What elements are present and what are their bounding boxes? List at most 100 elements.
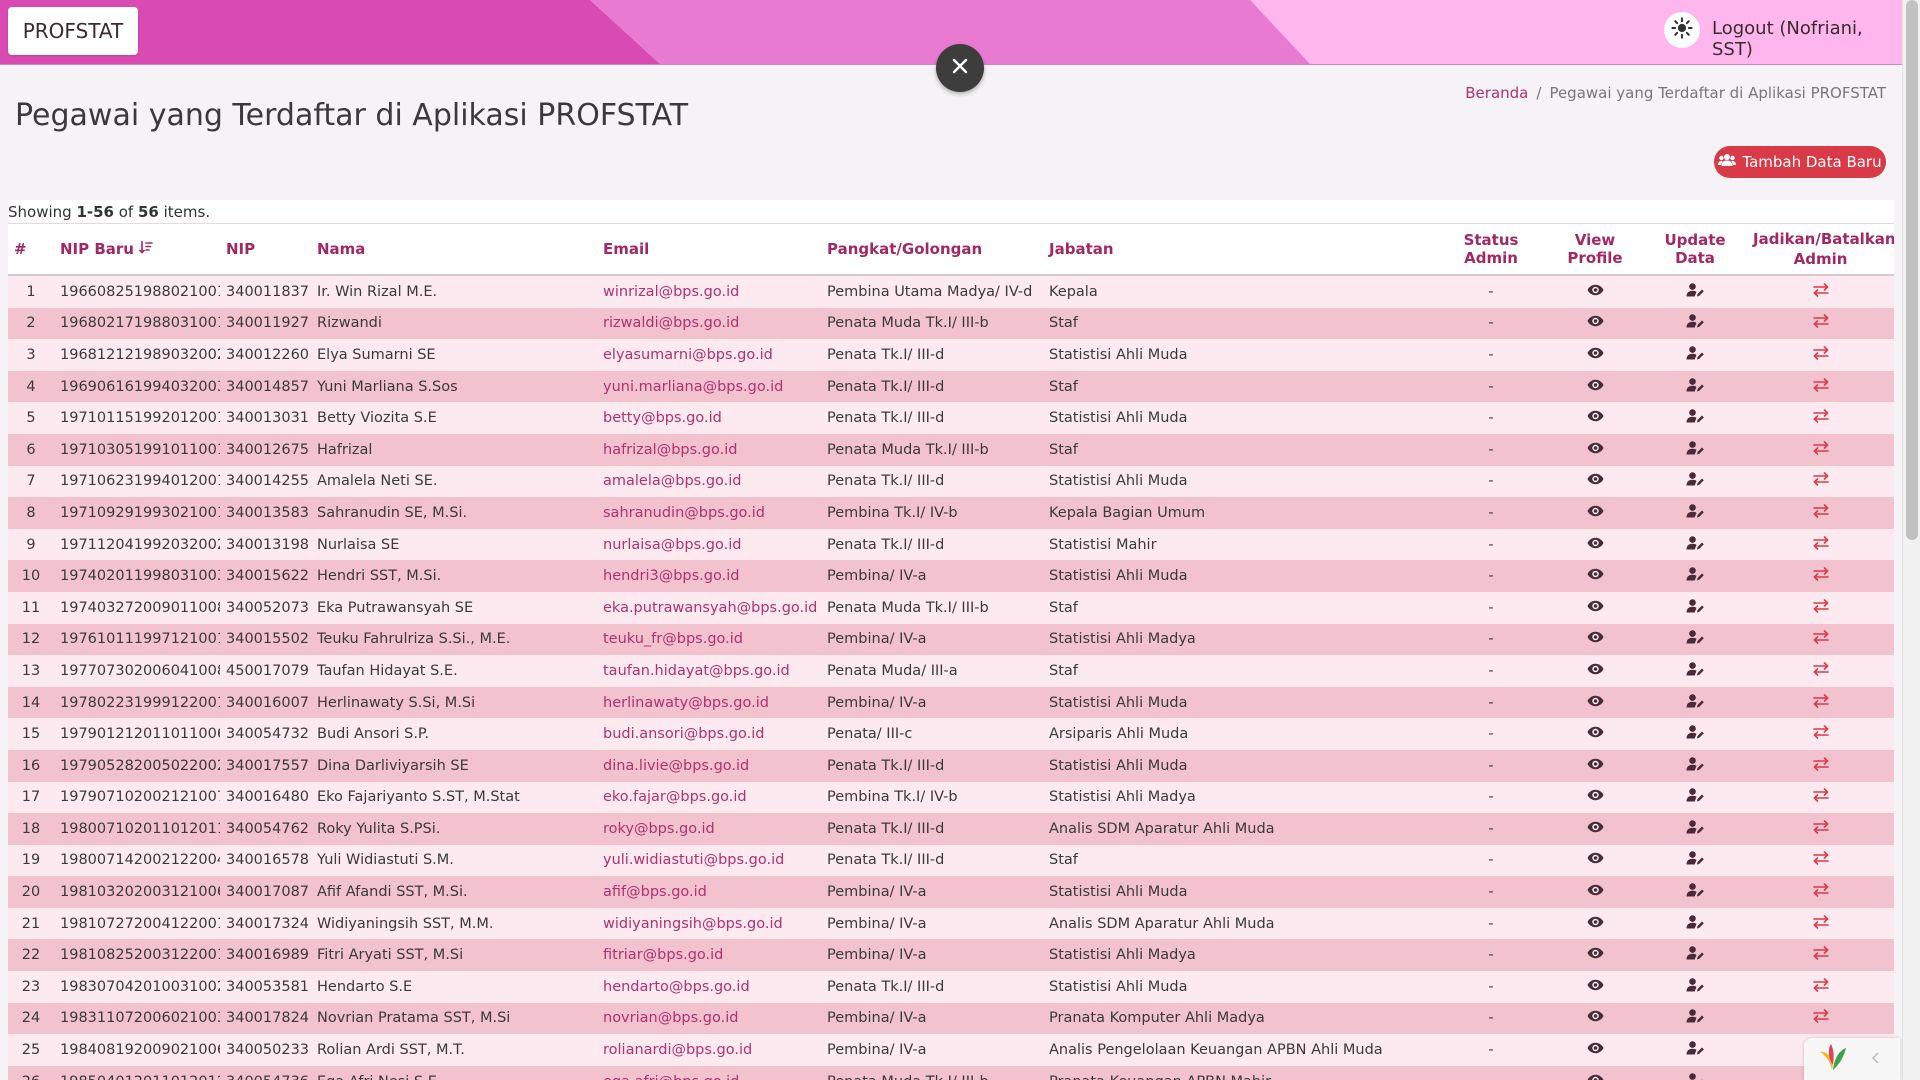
- page-scrollbar[interactable]: [1902, 0, 1920, 1080]
- update-data-button[interactable]: [1643, 686, 1747, 719]
- update-data-button[interactable]: [1643, 528, 1747, 561]
- eye-icon[interactable]: [1587, 726, 1604, 742]
- view-profile-button[interactable]: [1547, 844, 1643, 877]
- cell-email[interactable]: hendarto@bps.go.id: [597, 971, 821, 1003]
- exchange-icon[interactable]: [1812, 314, 1829, 332]
- toggle-admin-button[interactable]: [1747, 655, 1894, 687]
- cell-email[interactable]: yuni.marliana@bps.go.id: [597, 370, 821, 403]
- view-profile-button[interactable]: [1547, 971, 1643, 1003]
- view-profile-button[interactable]: [1547, 876, 1643, 908]
- eye-icon[interactable]: [1587, 315, 1604, 331]
- cell-email[interactable]: eko.fajar@bps.go.id: [597, 781, 821, 814]
- scrollbar-thumb[interactable]: [1906, 0, 1918, 540]
- eye-icon[interactable]: [1587, 410, 1604, 426]
- cell-email[interactable]: teuku_fr@bps.go.id: [597, 623, 821, 656]
- toggle-admin-button[interactable]: [1747, 876, 1894, 908]
- breadcrumb-home-link[interactable]: Beranda: [1465, 84, 1528, 102]
- cell-email[interactable]: hafrizal@bps.go.id: [597, 433, 821, 466]
- exchange-icon[interactable]: [1812, 693, 1829, 712]
- user-edit-icon[interactable]: [1686, 914, 1704, 933]
- cell-email[interactable]: taufan.hidayat@bps.go.id: [597, 655, 821, 687]
- user-edit-icon[interactable]: [1686, 504, 1704, 522]
- view-profile-button[interactable]: [1547, 560, 1643, 592]
- update-data-button[interactable]: [1643, 907, 1747, 940]
- exchange-icon[interactable]: [1812, 756, 1829, 775]
- cell-email[interactable]: fitriar@bps.go.id: [597, 939, 821, 972]
- user-edit-icon[interactable]: [1686, 851, 1704, 869]
- view-profile-button[interactable]: [1547, 907, 1643, 940]
- view-profile-button[interactable]: [1547, 497, 1643, 529]
- user-edit-icon[interactable]: [1686, 535, 1704, 554]
- update-data-button[interactable]: [1643, 560, 1747, 592]
- view-profile-button[interactable]: [1547, 370, 1643, 403]
- cell-email[interactable]: winrizal@bps.go.id: [597, 275, 821, 308]
- exchange-icon[interactable]: [1812, 978, 1829, 996]
- exchange-icon[interactable]: [1812, 883, 1829, 901]
- view-profile-button[interactable]: [1547, 939, 1643, 972]
- user-edit-icon[interactable]: [1686, 978, 1704, 996]
- toggle-admin-button[interactable]: [1747, 433, 1894, 466]
- exchange-icon[interactable]: [1812, 567, 1829, 585]
- view-profile-button[interactable]: [1547, 275, 1643, 308]
- user-edit-icon[interactable]: [1686, 567, 1704, 585]
- cell-email[interactable]: ega.afri@bps.go.id: [597, 1065, 821, 1080]
- user-edit-icon[interactable]: [1686, 883, 1704, 901]
- view-profile-button[interactable]: [1547, 623, 1643, 656]
- eye-icon[interactable]: [1587, 600, 1604, 616]
- toggle-admin-button[interactable]: [1747, 907, 1894, 940]
- eye-icon[interactable]: [1587, 695, 1604, 711]
- exchange-icon[interactable]: [1812, 440, 1829, 459]
- cell-email[interactable]: rolianardi@bps.go.id: [597, 1034, 821, 1066]
- column-header-email[interactable]: Email: [597, 223, 821, 276]
- update-data-button[interactable]: [1643, 1002, 1747, 1035]
- floating-widget[interactable]: [1804, 1038, 1900, 1080]
- toggle-admin-button[interactable]: [1747, 497, 1894, 529]
- toggle-admin-button[interactable]: [1747, 623, 1894, 656]
- view-profile-button[interactable]: [1547, 528, 1643, 561]
- toggle-admin-button[interactable]: [1747, 1002, 1894, 1035]
- user-edit-icon[interactable]: [1686, 757, 1704, 775]
- update-data-button[interactable]: [1643, 718, 1747, 750]
- exchange-icon[interactable]: [1812, 472, 1829, 490]
- eye-icon[interactable]: [1587, 884, 1604, 900]
- update-data-button[interactable]: [1643, 497, 1747, 529]
- toggle-admin-button[interactable]: [1747, 560, 1894, 592]
- update-data-button[interactable]: [1643, 465, 1747, 498]
- eye-icon[interactable]: [1587, 442, 1604, 458]
- eye-icon[interactable]: [1587, 379, 1604, 395]
- cell-email[interactable]: widiyaningsih@bps.go.id: [597, 907, 821, 940]
- sort-icon[interactable]: [139, 240, 154, 258]
- eye-icon[interactable]: [1587, 789, 1604, 805]
- exchange-icon[interactable]: [1812, 1009, 1829, 1027]
- user-edit-icon[interactable]: [1686, 946, 1704, 964]
- column-header-pangkat[interactable]: Pangkat/Golongan: [821, 223, 1043, 276]
- cell-email[interactable]: rizwaldi@bps.go.id: [597, 307, 821, 340]
- toggle-admin-button[interactable]: [1747, 339, 1894, 371]
- view-profile-button[interactable]: [1547, 307, 1643, 340]
- add-new-data-button[interactable]: Tambah Data Baru: [1714, 146, 1886, 178]
- cell-email[interactable]: betty@bps.go.id: [597, 402, 821, 434]
- cell-email[interactable]: sahranudin@bps.go.id: [597, 497, 821, 529]
- brand-logo[interactable]: PROFSTAT: [8, 7, 138, 55]
- column-header-nip[interactable]: NIP: [220, 223, 311, 276]
- view-profile-button[interactable]: [1547, 1002, 1643, 1035]
- exchange-icon[interactable]: [1812, 662, 1829, 680]
- eye-icon[interactable]: [1587, 631, 1604, 647]
- view-profile-button[interactable]: [1547, 749, 1643, 782]
- eye-icon[interactable]: [1587, 473, 1604, 489]
- exchange-icon[interactable]: [1812, 535, 1829, 554]
- logout-link[interactable]: Logout (Nofriani, SST): [1712, 18, 1902, 60]
- user-edit-icon[interactable]: [1686, 662, 1704, 680]
- eye-icon[interactable]: [1587, 979, 1604, 995]
- toggle-admin-button[interactable]: [1747, 939, 1894, 972]
- toggle-admin-button[interactable]: [1747, 275, 1894, 308]
- cell-email[interactable]: elyasumarni@bps.go.id: [597, 339, 821, 371]
- exchange-icon[interactable]: [1812, 504, 1829, 522]
- cell-email[interactable]: herlinawaty@bps.go.id: [597, 686, 821, 719]
- toggle-admin-button[interactable]: [1747, 528, 1894, 561]
- update-data-button[interactable]: [1643, 591, 1747, 624]
- exchange-icon[interactable]: [1812, 788, 1829, 806]
- eye-icon[interactable]: [1587, 568, 1604, 584]
- update-data-button[interactable]: [1643, 844, 1747, 877]
- update-data-button[interactable]: [1643, 1034, 1747, 1066]
